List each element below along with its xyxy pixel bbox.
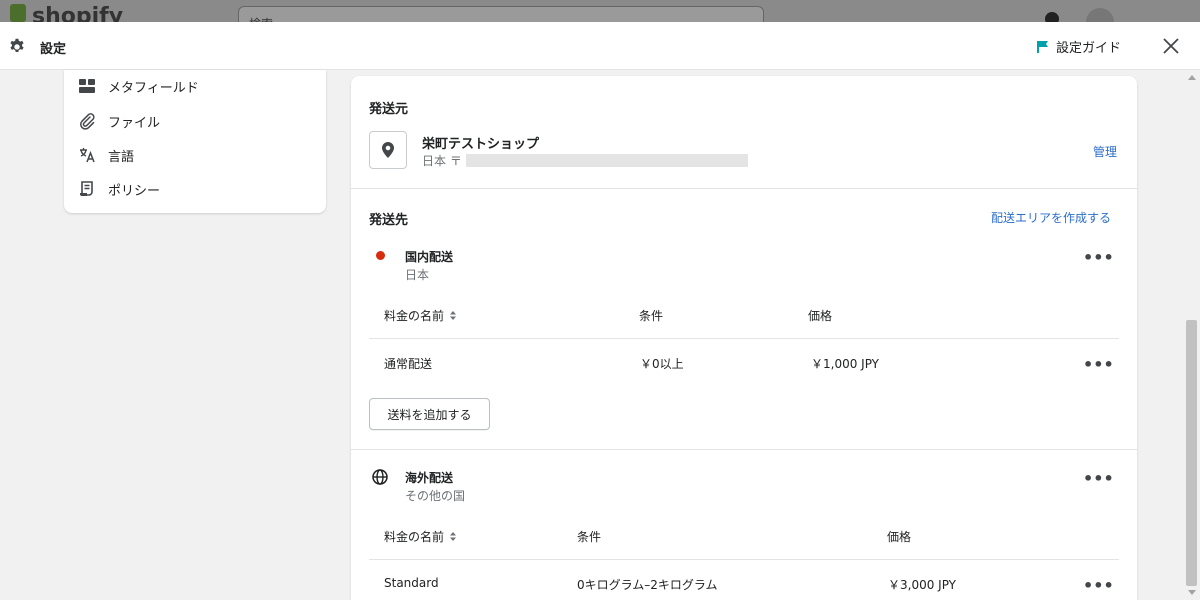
flag-icon (1037, 40, 1048, 53)
rate-name-header-label: 料金の名前 (384, 309, 445, 323)
rate-name-cell: Standard (384, 576, 439, 590)
condition-cell: 0キログラム–2キログラム (577, 578, 718, 592)
sidebar-item-label: ファイル (108, 115, 161, 131)
shopify-bag-icon (10, 4, 26, 22)
policy-icon (78, 180, 96, 198)
origin-address: 日本 〒 (422, 152, 748, 169)
international-zone-region: その他の国 (405, 489, 466, 503)
logo-text: shopify (32, 4, 124, 22)
section-divider (351, 449, 1137, 450)
condition-cell: ￥0以上 (640, 357, 684, 371)
paperclip-icon (78, 112, 96, 130)
address-prefix: 日本 〒 (422, 154, 462, 168)
domestic-zone-more-icon[interactable]: ••• (1083, 250, 1114, 268)
row-divider (369, 338, 1119, 339)
scroll-down-icon[interactable] (1188, 590, 1196, 595)
shopify-logo: shopify (10, 4, 123, 22)
globe-icon (372, 469, 388, 485)
shop-name: 栄町テストショップ (422, 137, 540, 152)
global-search: 検索 (238, 6, 764, 22)
row-divider (369, 559, 1119, 560)
metafields-icon (78, 77, 96, 95)
redacted-address (465, 154, 748, 167)
location-pin-icon (382, 142, 394, 158)
rate-name-cell: 通常配送 (384, 357, 433, 371)
app-header: shopify 検索 (0, 0, 1200, 22)
origin-title: 発送元 (369, 102, 409, 117)
sidebar-item-files[interactable]: ファイル (78, 109, 160, 133)
domestic-zone-name: 国内配送 (405, 250, 454, 264)
page-title: 設定 (40, 42, 67, 57)
international-zone-name: 海外配送 (405, 471, 454, 485)
sidebar-item-languages[interactable]: 言語 (78, 143, 134, 167)
location-pin-box (369, 131, 407, 169)
search-placeholder: 検索 (249, 15, 273, 22)
rate-name-header[interactable]: 料金の名前 (384, 307, 457, 324)
international-zone-more-icon[interactable]: ••• (1083, 471, 1114, 489)
domestic-zone-flag-icon (376, 251, 385, 260)
setup-guide-label: 設定ガイド (1056, 41, 1122, 56)
domestic-zone-region: 日本 (405, 268, 430, 282)
sidebar-item-label: 言語 (108, 149, 135, 165)
sidebar-item-metafields[interactable]: メタフィールド (78, 74, 199, 98)
price-header: 価格 (887, 530, 912, 544)
translate-icon (78, 146, 96, 164)
price-cell: ￥1,000 JPY (811, 357, 880, 371)
sort-icon (450, 311, 457, 320)
condition-header: 条件 (639, 309, 664, 323)
sidebar-item-label: メタフィールド (108, 80, 199, 96)
section-divider (351, 188, 1137, 189)
create-zone-link[interactable]: 配送エリアを作成する (991, 209, 1111, 226)
rate-more-icon[interactable]: ••• (1083, 578, 1114, 596)
price-header: 価格 (808, 309, 833, 323)
sidebar-item-label: ポリシー (108, 183, 161, 199)
add-rate-button[interactable]: 送料を追加する (369, 398, 490, 430)
settings-topbar: 設定 設定ガイド (0, 22, 1200, 70)
notification-icon (1045, 12, 1059, 22)
sort-icon (450, 532, 457, 541)
rate-name-header[interactable]: 料金の名前 (384, 528, 457, 545)
destination-title: 発送先 (369, 213, 409, 228)
scrollbar-thumb[interactable] (1186, 320, 1197, 586)
rate-more-icon[interactable]: ••• (1083, 357, 1114, 375)
condition-header: 条件 (577, 530, 602, 544)
page-scrollbar[interactable] (1183, 70, 1200, 600)
scroll-up-icon[interactable] (1188, 75, 1196, 80)
shipping-profile-card: 発送元 栄町テストショップ 日本 〒 管理 発送先 配送エリアを作成する 国内配… (351, 76, 1137, 600)
sidebar-item-policies[interactable]: ポリシー (78, 177, 160, 201)
manage-origin-link[interactable]: 管理 (1093, 143, 1117, 160)
settings-sidebar: メタフィールド ファイル 言語 ポリシー (64, 70, 326, 213)
setup-guide-button[interactable]: 設定ガイド (1036, 37, 1121, 56)
price-cell: ￥3,000 JPY (888, 578, 957, 592)
rate-name-header-label: 料金の名前 (384, 530, 445, 544)
close-icon[interactable] (1161, 36, 1181, 56)
avatar (1086, 8, 1114, 22)
gear-icon (10, 38, 24, 52)
